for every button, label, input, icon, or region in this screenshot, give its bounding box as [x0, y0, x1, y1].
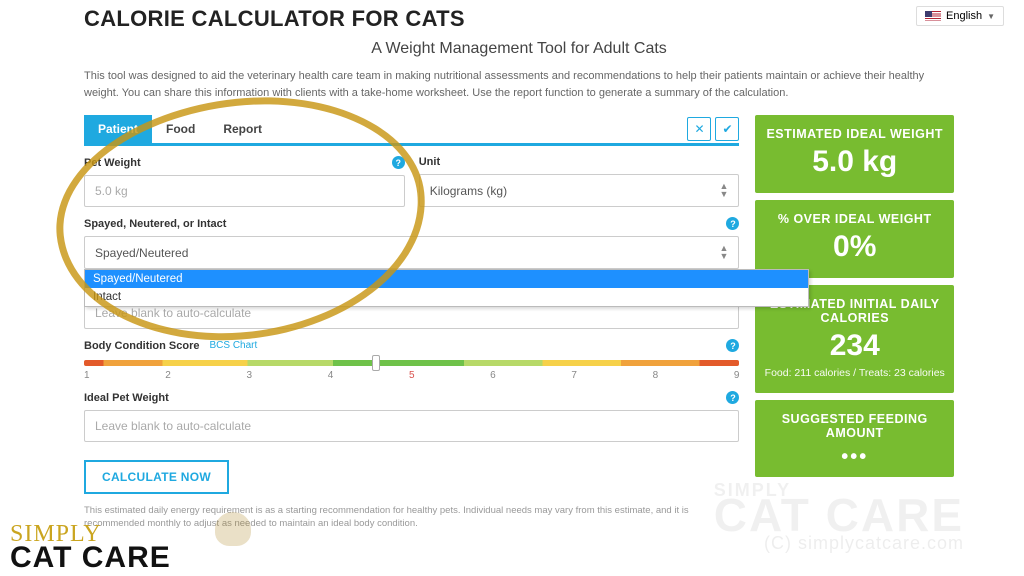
ellipsis-icon: •••	[763, 446, 946, 469]
calculate-button[interactable]: CALCULATE NOW	[84, 460, 229, 494]
watermark-url: (C) simplycatcare.com	[764, 533, 964, 554]
tab-food[interactable]: Food	[152, 115, 209, 143]
close-icon: ✕	[694, 122, 704, 136]
intro-text: This tool was designed to aid the veteri…	[84, 68, 954, 101]
language-selector[interactable]: English ▼	[916, 6, 1004, 26]
disclaimer-text: This estimated daily energy requirement …	[84, 504, 739, 531]
bcs-chart-link[interactable]: BCS Chart	[210, 340, 258, 351]
status-value: Spayed/Neutered	[95, 246, 188, 260]
cat-silhouette-icon	[215, 512, 251, 546]
help-icon[interactable]: ?	[392, 156, 405, 169]
status-option-intact[interactable]: Intact	[85, 288, 808, 306]
pet-weight-input[interactable]	[84, 175, 405, 207]
help-icon[interactable]: ?	[726, 339, 739, 352]
tab-report[interactable]: Report	[209, 115, 276, 143]
help-icon[interactable]: ?	[726, 217, 739, 230]
flag-us-icon	[925, 11, 941, 22]
page-subtitle: A Weight Management Tool for Adult Cats	[84, 40, 954, 58]
brand-logo: SIMPLY CAT CARE	[10, 524, 171, 570]
ideal-weight-label: Ideal Pet Weight	[84, 392, 169, 404]
bcs-slider[interactable]	[84, 360, 739, 366]
tab-bar: Patient Food Report ✕ ✔	[84, 115, 739, 146]
unit-value: Kilograms (kg)	[430, 184, 507, 198]
ideal-weight-input[interactable]	[84, 410, 739, 442]
tab-patient[interactable]: Patient	[84, 115, 152, 143]
check-icon: ✔	[722, 122, 732, 136]
chevron-updown-icon: ▲▼	[720, 245, 729, 260]
result-feeding: SUGGESTED FEEDING AMOUNT •••	[755, 400, 954, 477]
page-title: CALORIE CALCULATOR FOR CATS	[84, 6, 954, 32]
bcs-label: Body Condition Score	[84, 340, 200, 352]
help-icon[interactable]: ?	[726, 391, 739, 404]
status-option-spayed[interactable]: Spayed/Neutered	[85, 270, 808, 288]
status-label: Spayed, Neutered, or Intact	[84, 218, 226, 230]
chevron-updown-icon: ▲▼	[720, 183, 729, 198]
pet-weight-label: Pet Weight	[84, 157, 141, 169]
bcs-slider-handle[interactable]	[372, 355, 380, 371]
confirm-button[interactable]: ✔	[715, 117, 739, 141]
unit-select[interactable]: Kilograms (kg) ▲▼	[419, 174, 740, 207]
clear-button[interactable]: ✕	[687, 117, 711, 141]
result-ideal-weight: ESTIMATED IDEAL WEIGHT 5.0 kg	[755, 115, 954, 193]
unit-label: Unit	[419, 156, 440, 168]
chevron-down-icon: ▼	[987, 12, 995, 21]
bcs-ticks: 1 2 3 4 5 6 7 8 9	[84, 370, 739, 381]
status-select[interactable]: Spayed/Neutered ▲▼	[84, 236, 739, 269]
result-pct-over: % OVER IDEAL WEIGHT 0%	[755, 200, 954, 278]
language-label: English	[946, 10, 982, 22]
status-dropdown: Spayed/Neutered Intact	[84, 269, 809, 307]
